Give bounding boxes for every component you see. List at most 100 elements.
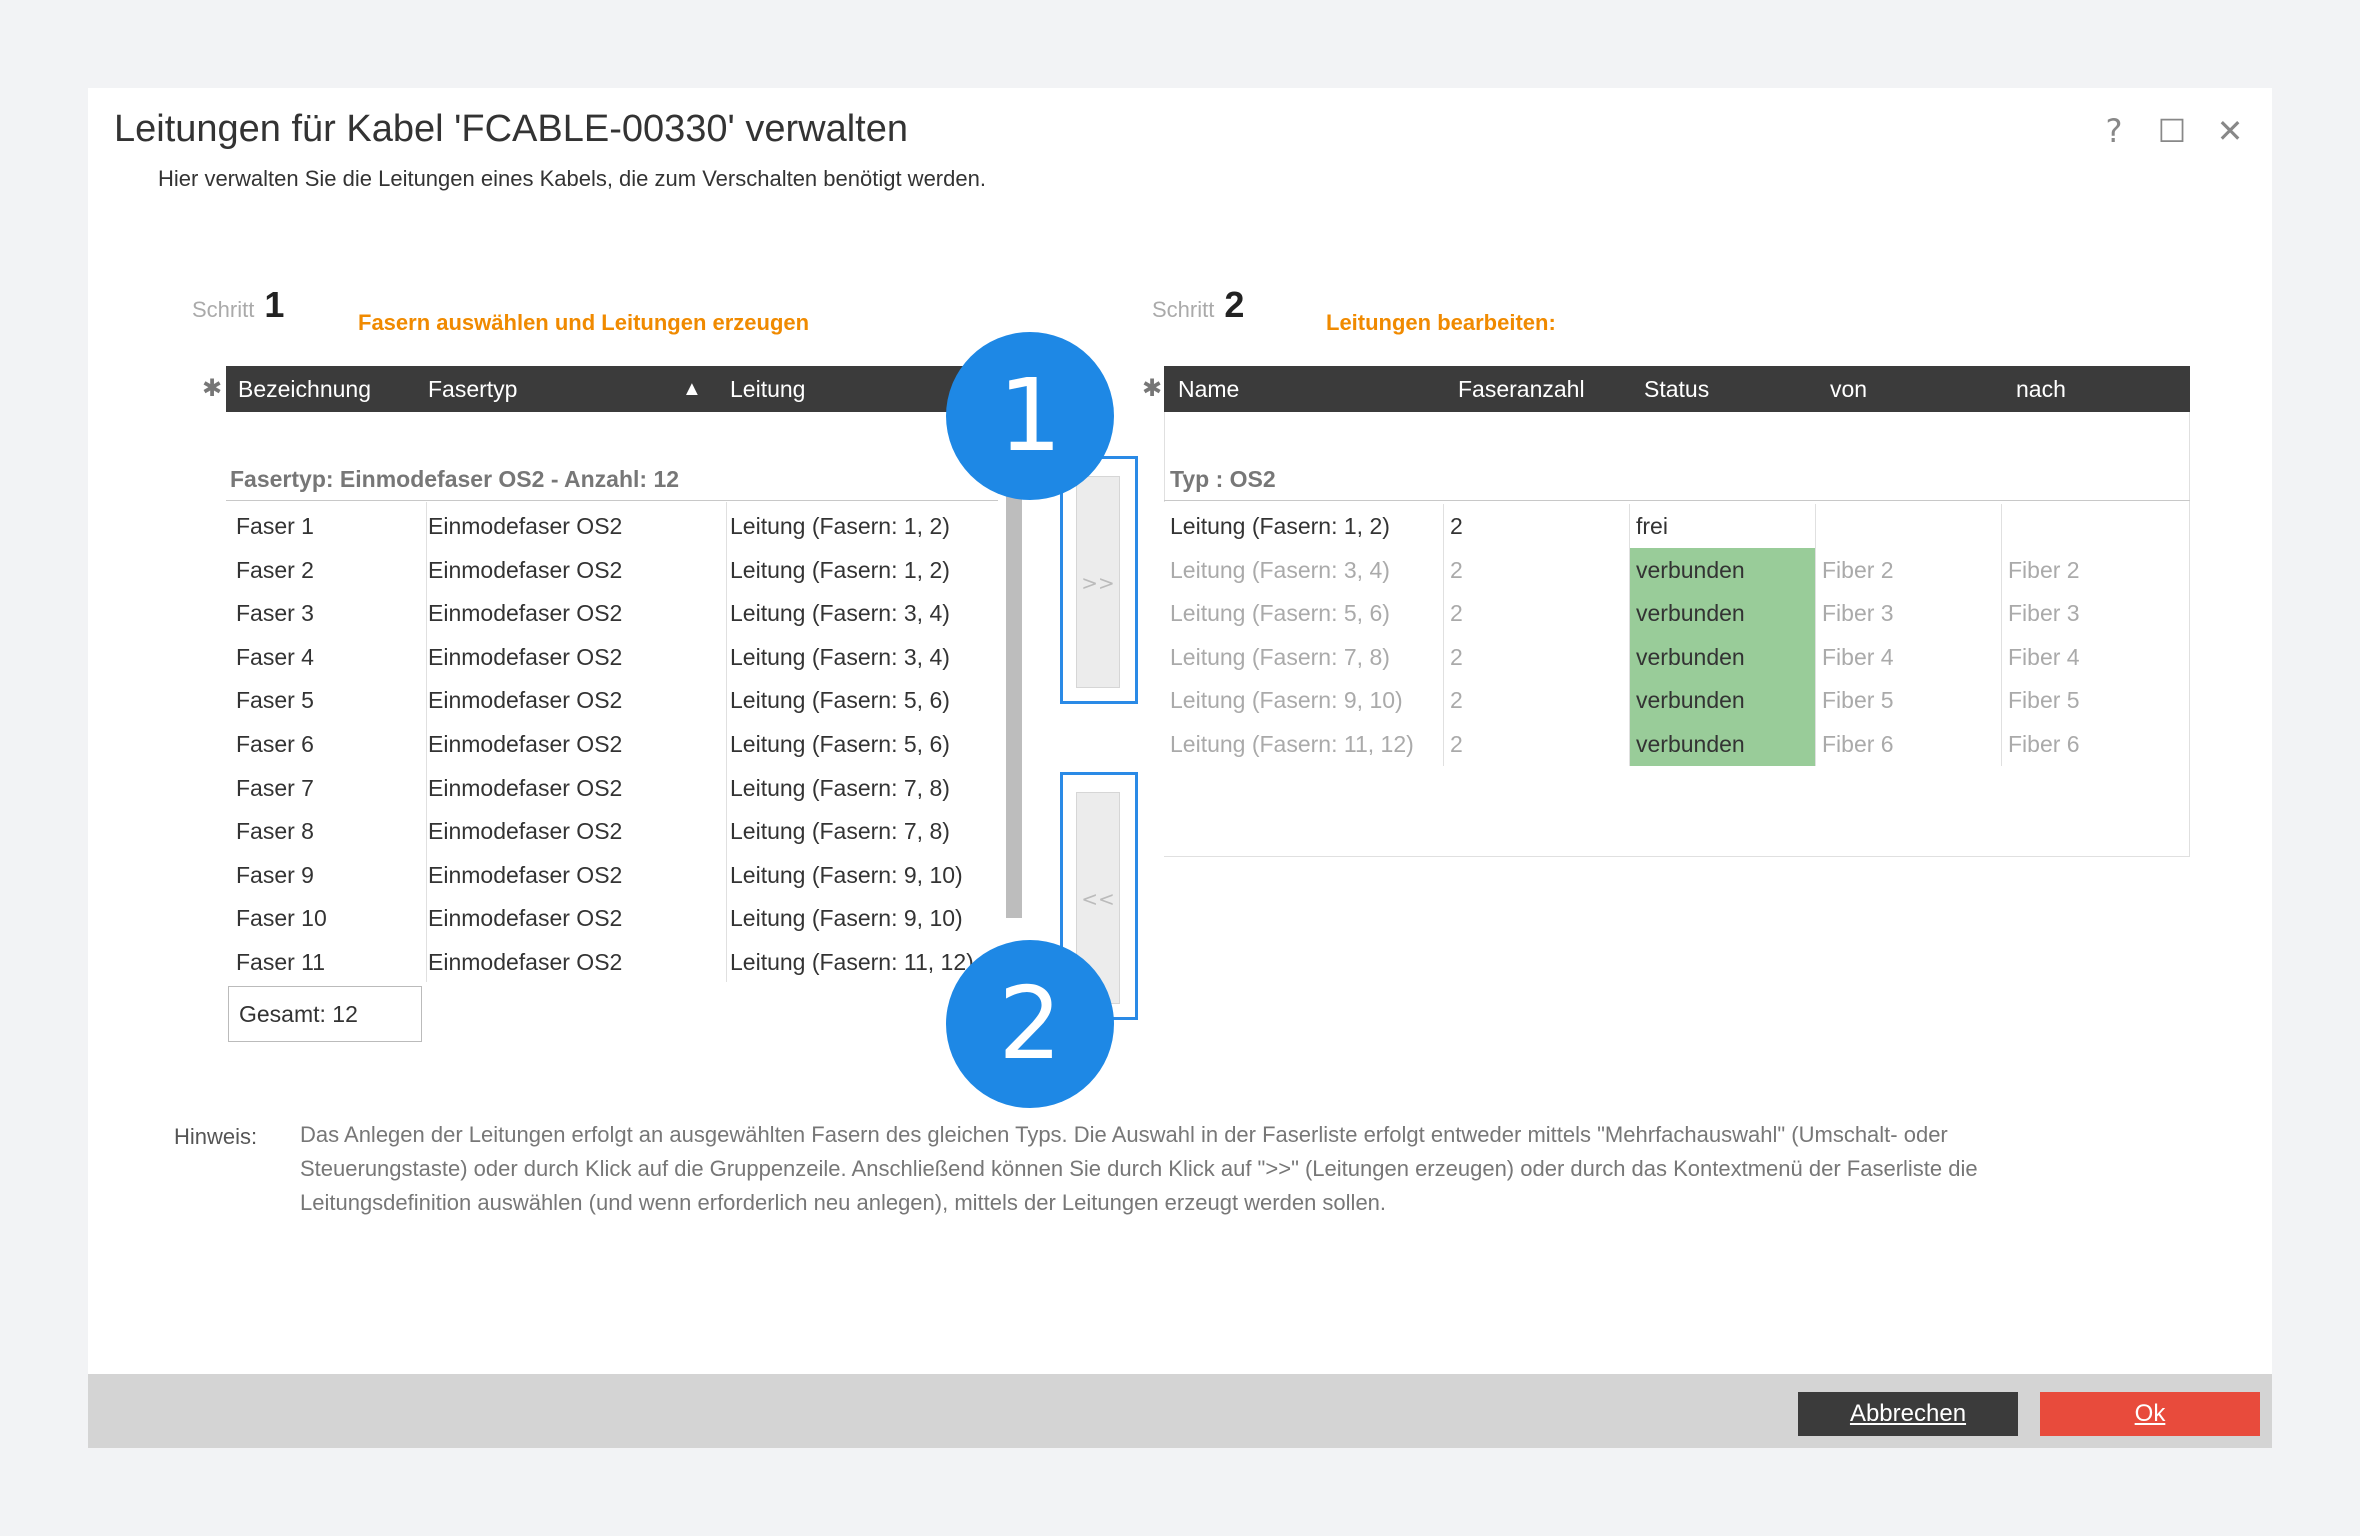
- fiber-line-cell: Leitung (Fasern: 5, 6): [730, 687, 950, 714]
- fiber-row[interactable]: Faser 9 Einmodefaser OS2 Leitung (Fasern: …: [226, 853, 998, 897]
- step1-indicator: Schritt 1: [192, 284, 284, 326]
- fiber-name-cell: Faser 9: [236, 861, 314, 888]
- col-name[interactable]: Name: [1178, 376, 1239, 403]
- line-row[interactable]: Leitung (Fasern: 11, 12) 2 verbunden Fiber …: [1164, 722, 2190, 766]
- fiber-row[interactable]: Faser 8 Einmodefaser OS2 Leitung (Fasern: …: [226, 809, 998, 853]
- line-count-cell: 2: [1444, 678, 1630, 723]
- highlight-frame-1: [1060, 456, 1138, 704]
- line-status-cell: verbunden: [1630, 547, 1816, 592]
- fiber-line-cell: Leitung (Fasern: 3, 4): [730, 643, 950, 670]
- fiber-line-cell: Leitung (Fasern: 9, 10): [730, 861, 963, 888]
- fiber-row[interactable]: Faser 5 Einmodefaser OS2 Leitung (Fasern: …: [226, 678, 998, 722]
- col-von[interactable]: von: [1830, 376, 1867, 403]
- line-name-cell: Leitung (Fasern: 11, 12): [1164, 722, 1444, 766]
- line-name-cell: Leitung (Fasern: 3, 4): [1164, 547, 1444, 592]
- line-name-cell: Leitung (Fasern: 1, 2): [1164, 504, 1444, 548]
- line-count-cell: 2: [1444, 591, 1630, 636]
- fiber-type-cell: Einmodefaser OS2: [428, 687, 623, 714]
- fiber-type-cell: Einmodefaser OS2: [428, 774, 623, 801]
- fiber-group-row[interactable]: Fasertyp: Einmodefaser OS2 - Anzahl: 12: [230, 466, 679, 493]
- fiber-row[interactable]: Faser 2 Einmodefaser OS2 Leitung (Fasern: …: [226, 548, 998, 592]
- line-name-cell: Leitung (Fasern: 5, 6): [1164, 591, 1444, 636]
- fiber-name-cell: Faser 1: [236, 513, 314, 539]
- line-from-cell: Fiber 2: [1816, 547, 2002, 592]
- line-row[interactable]: Leitung (Fasern: 7, 8) 2 verbunden Fiber 4F…: [1164, 634, 2190, 679]
- fiber-type-cell: Einmodefaser OS2: [428, 818, 623, 845]
- fiber-type-cell: Einmodefaser OS2: [428, 643, 623, 670]
- callout-badge-1: 1: [946, 332, 1114, 500]
- line-row[interactable]: Leitung (Fasern: 3, 4) 2 verbunden Fiber 2F…: [1164, 547, 2190, 592]
- fiber-row[interactable]: Faser 7 Einmodefaser OS2 Leitung (Fasern: …: [226, 766, 998, 810]
- new-row-icon: ✱: [202, 374, 223, 402]
- line-from-cell: Fiber 5: [1816, 678, 2002, 723]
- fiber-name-cell: Faser 5: [236, 687, 314, 714]
- line-status-cell: verbunden: [1630, 678, 1816, 723]
- line-to-cell: Fiber 4: [2002, 634, 2190, 679]
- line-to-cell: Fiber 3: [2002, 591, 2190, 636]
- fiber-line-cell: Leitung (Fasern: 7, 8): [730, 774, 950, 801]
- line-name-cell: Leitung (Fasern: 9, 10): [1164, 678, 1444, 723]
- fiber-row[interactable]: Faser 1 Einmodefaser OS2 Leitung (Fasern: …: [226, 504, 998, 548]
- fiber-name-cell: Faser 3: [236, 600, 314, 627]
- line-from-cell: [1816, 504, 2002, 548]
- hint-text: Das Anlegen der Leitungen erfolgt an aus…: [300, 1122, 1978, 1215]
- dialog-footer: Abbrechen Ok: [88, 1374, 2272, 1448]
- fiber-row[interactable]: Faser 6 Einmodefaser OS2 Leitung (Fasern: …: [226, 722, 998, 766]
- col-faseranzahl[interactable]: Faseranzahl: [1458, 376, 1585, 403]
- line-row[interactable]: Leitung (Fasern: 1, 2) 2 frei: [1164, 504, 2190, 548]
- step2-title: Leitungen bearbeiten:: [1326, 310, 1556, 335]
- fiber-row[interactable]: Faser 3 Einmodefaser OS2 Leitung (Fasern: …: [226, 591, 998, 635]
- dialog: Leitungen für Kabel 'FCABLE-00330' verwa…: [88, 88, 2272, 1448]
- line-row[interactable]: Leitung (Fasern: 9, 10) 2 verbunden Fiber 5…: [1164, 678, 2190, 723]
- fiber-type-cell: Einmodefaser OS2: [428, 513, 623, 539]
- hint-label: Hinweis:: [174, 1124, 258, 1149]
- fiber-row[interactable]: Faser 4 Einmodefaser OS2 Leitung (Fasern: …: [226, 635, 998, 679]
- line-to-cell: [2002, 504, 2190, 548]
- line-row[interactable]: Leitung (Fasern: 5, 6) 2 verbunden Fiber 3F…: [1164, 591, 2190, 636]
- step2-number: 2: [1224, 284, 1245, 325]
- fiber-type-cell: Einmodefaser OS2: [428, 861, 623, 888]
- line-to-cell: Fiber 5: [2002, 678, 2190, 723]
- dialog-subtitle: Hier verwalten Sie die Leitungen eines K…: [158, 166, 986, 191]
- line-to-cell: Fiber 2: [2002, 547, 2190, 592]
- fiber-type-cell: Einmodefaser OS2: [428, 731, 623, 757]
- maximize-icon[interactable]: ☐: [2152, 112, 2192, 150]
- step1-title: Fasern auswählen und Leitungen erzeugen: [358, 310, 810, 335]
- line-from-cell: Fiber 6: [1816, 722, 2002, 766]
- help-icon[interactable]: ?: [2094, 112, 2134, 150]
- fiber-type-cell: Einmodefaser OS2: [428, 949, 623, 975]
- line-count-cell: 2: [1444, 634, 1630, 679]
- fiber-name-cell: Faser 4: [236, 643, 314, 670]
- close-icon[interactable]: ✕: [2210, 112, 2250, 150]
- col-status[interactable]: Status: [1644, 376, 1709, 403]
- line-table-header: Name Faseranzahl Status von nach: [1164, 366, 2190, 412]
- col-nach[interactable]: nach: [2016, 376, 2066, 403]
- col-leitung[interactable]: Leitung: [730, 376, 805, 403]
- line-count-cell: 2: [1444, 504, 1630, 548]
- line-status-cell: frei: [1630, 504, 1816, 548]
- line-group-row[interactable]: Typ : OS2: [1170, 466, 1276, 493]
- fiber-type-cell: Einmodefaser OS2: [428, 600, 623, 627]
- fiber-line-cell: Leitung (Fasern: 1, 2): [730, 513, 950, 539]
- line-count-cell: 2: [1444, 722, 1630, 766]
- fiber-table-header: Bezeichnung Fasertyp ▲ Leitung: [226, 366, 998, 412]
- fiber-name-cell: Faser 8: [236, 818, 314, 845]
- line-name-cell: Leitung (Fasern: 7, 8): [1164, 634, 1444, 679]
- fiber-type-cell: Einmodefaser OS2: [428, 556, 623, 583]
- fiber-name-cell: Faser 7: [236, 774, 314, 801]
- step2-label: Schritt: [1152, 297, 1215, 322]
- step1-label: Schritt: [192, 297, 255, 322]
- callout-badge-2: 2: [946, 940, 1114, 1108]
- col-bezeichnung[interactable]: Bezeichnung: [238, 376, 371, 403]
- fiber-list-scrollbar[interactable]: [1006, 478, 1022, 918]
- line-to-cell: Fiber 6: [2002, 722, 2190, 766]
- line-status-cell: verbunden: [1630, 634, 1816, 679]
- fiber-row[interactable]: Faser 10 Einmodefaser OS2 Leitung (Fasern:…: [226, 896, 998, 940]
- fiber-row[interactable]: Faser 11 Einmodefaser OS2 Leitung (Fasern:…: [226, 940, 998, 984]
- sort-asc-icon[interactable]: ▲: [682, 378, 702, 401]
- ok-button[interactable]: Ok: [2040, 1392, 2260, 1436]
- col-fasertyp[interactable]: Fasertyp: [428, 376, 517, 403]
- new-line-icon: ✱: [1142, 374, 1163, 402]
- fiber-name-cell: Faser 2: [236, 556, 314, 583]
- cancel-button[interactable]: Abbrechen: [1798, 1392, 2018, 1436]
